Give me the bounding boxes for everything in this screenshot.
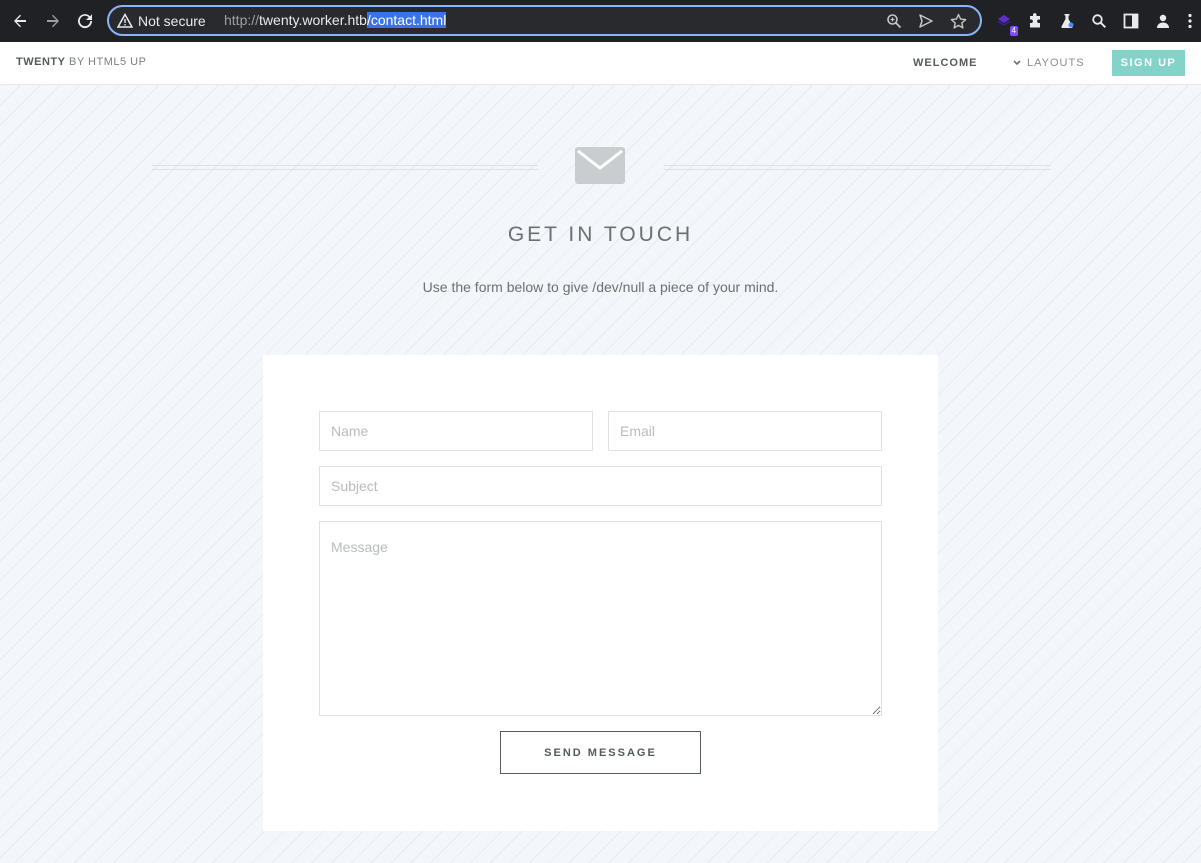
logo-brand: TWENTY (16, 56, 66, 68)
page-title: GET IN TOUCH (507, 223, 694, 246)
security-chip[interactable]: Not secure (117, 11, 206, 31)
side-panel-icon[interactable] (1120, 10, 1142, 32)
chevron-down-icon (1013, 60, 1021, 66)
extension-icon[interactable]: 4 (993, 10, 1018, 36)
email-input[interactable] (608, 411, 882, 451)
message-textarea[interactable] (319, 521, 882, 716)
menu-dots-icon[interactable] (1184, 10, 1196, 32)
envelope-icon (575, 147, 625, 184)
zoom-icon[interactable] (885, 12, 903, 30)
divider-right (664, 165, 1051, 170)
extension-badge: 4 (1009, 26, 1018, 36)
send-message-button[interactable]: SEND MESSAGE (500, 731, 701, 774)
url-path: /contact.html (366, 12, 447, 28)
send-icon[interactable] (917, 12, 935, 30)
lab-icon[interactable] (1056, 10, 1078, 32)
subject-input[interactable] (319, 466, 882, 506)
name-input[interactable] (319, 411, 593, 451)
star-icon[interactable] (949, 12, 967, 30)
warning-icon (117, 13, 133, 28)
nav-layouts-label: LAYOUTS (1027, 57, 1085, 69)
site-logo[interactable]: TWENTY BY HTML5 UP (16, 56, 146, 68)
forward-arrow-icon[interactable] (41, 9, 65, 33)
nav-welcome[interactable]: WELCOME (913, 57, 977, 69)
browser-toolbar: Not secure http://twenty.worker.htb/cont… (0, 0, 1201, 42)
sign-up-button[interactable]: SIGN UP (1112, 50, 1185, 76)
profile-icon[interactable] (1152, 10, 1174, 32)
search-icon[interactable] (1088, 10, 1110, 32)
contact-form: SEND MESSAGE (263, 355, 938, 831)
nav-layouts[interactable]: LAYOUTS (1013, 57, 1085, 69)
page-subtitle: Use the form below to give /dev/null a p… (422, 279, 779, 295)
back-arrow-icon[interactable] (8, 9, 32, 33)
contact-section: GET IN TOUCH Use the form below to give … (0, 85, 1201, 863)
reload-icon[interactable] (73, 9, 97, 33)
puzzle-icon[interactable] (1024, 10, 1046, 32)
logo-suffix: BY HTML5 UP (69, 56, 147, 68)
url-text[interactable]: http://twenty.worker.htb/contact.html (224, 12, 447, 28)
security-label: Not secure (138, 13, 206, 29)
divider-left (152, 165, 538, 170)
address-bar[interactable]: Not secure http://twenty.worker.htb/cont… (107, 5, 982, 36)
site-header: TWENTY BY HTML5 UP WELCOME LAYOUTS SIGN … (0, 42, 1201, 85)
url-scheme: http:// (224, 12, 260, 28)
url-host: twenty.worker.htb (259, 12, 367, 28)
